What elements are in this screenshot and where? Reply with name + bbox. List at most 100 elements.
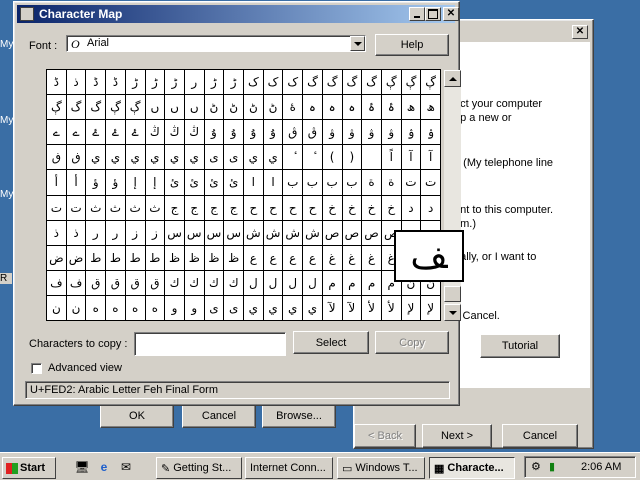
taskbar-task[interactable]: ▭ Windows T... <box>337 457 425 479</box>
character-cell[interactable]: أ <box>47 170 67 196</box>
character-cell[interactable]: ى <box>204 295 225 321</box>
character-cell[interactable]: خ <box>342 195 363 221</box>
character-cell[interactable]: ي <box>263 295 284 321</box>
character-cell[interactable]: ظ <box>224 245 244 271</box>
character-cell[interactable]: ئ <box>204 170 225 196</box>
character-cell[interactable]: ۇ <box>263 120 284 146</box>
character-cell[interactable]: ط <box>145 245 166 271</box>
character-cell[interactable]: ئ <box>224 170 244 196</box>
character-cell[interactable]: ڈ <box>86 70 107 96</box>
character-cell[interactable]: ج <box>204 195 225 221</box>
character-cell[interactable]: ر <box>106 220 126 246</box>
network-icon[interactable]: ⚙ <box>531 460 541 473</box>
character-cell[interactable]: م <box>322 270 343 296</box>
clock[interactable]: 2:06 AM <box>581 461 621 473</box>
character-cell[interactable]: ڭ <box>165 120 185 146</box>
character-cell[interactable]: ڭ <box>184 120 205 146</box>
character-cell[interactable]: ڻ <box>244 95 264 121</box>
character-cell[interactable]: ث <box>125 195 146 221</box>
character-cell[interactable]: ي <box>86 145 107 171</box>
character-cell[interactable]: ك <box>224 270 244 296</box>
character-cell[interactable]: ع <box>283 245 304 271</box>
character-cell[interactable]: ه <box>145 295 166 321</box>
internet-explorer-icon[interactable]: e <box>96 459 112 475</box>
character-cell[interactable]: ش <box>263 220 284 246</box>
advanced-view-checkbox[interactable] <box>31 363 42 374</box>
character-cell[interactable]: ح <box>263 195 284 221</box>
character-cell[interactable]: ب <box>342 170 363 196</box>
character-cell[interactable]: ٔ <box>283 145 304 171</box>
character-cell[interactable]: ڑ <box>224 70 244 96</box>
character-cell[interactable]: ق <box>106 270 126 296</box>
character-cell[interactable]: ۇ <box>204 120 225 146</box>
character-cell[interactable]: ر <box>86 220 107 246</box>
character-cell[interactable]: ل <box>283 270 304 296</box>
character-cell[interactable]: ف <box>47 270 67 296</box>
character-cell[interactable]: گ <box>303 70 323 96</box>
character-cell[interactable]: ڳ <box>106 95 126 121</box>
character-cell[interactable]: ن <box>66 295 87 321</box>
character-cell[interactable]: ۓ <box>86 120 107 146</box>
dialog-cancel-button[interactable]: Cancel <box>182 404 256 428</box>
character-cell[interactable]: ڳ <box>125 95 146 121</box>
character-cell[interactable]: ۂ <box>381 95 402 121</box>
character-cell[interactable]: ي <box>303 295 323 321</box>
character-cell[interactable]: ئ <box>184 170 205 196</box>
character-cell[interactable]: ع <box>263 245 284 271</box>
character-cell[interactable]: ھ <box>401 95 422 121</box>
scroll-thumb[interactable] <box>444 286 461 302</box>
character-cell[interactable]: ڭ <box>145 120 166 146</box>
taskbar-task[interactable]: ✎ Getting St... <box>156 457 242 479</box>
copy-button[interactable]: Copy <box>375 331 449 354</box>
character-cell[interactable]: و <box>165 295 185 321</box>
character-cell[interactable]: س <box>184 220 205 246</box>
character-cell[interactable]: ۓ <box>125 120 146 146</box>
character-cell[interactable]: ن <box>47 295 67 321</box>
character-cell[interactable]: ک <box>263 70 284 96</box>
show-desktop-icon[interactable]: 🖥 <box>74 459 90 475</box>
scroll-up-button[interactable] <box>444 70 461 87</box>
character-cell[interactable]: اً <box>381 145 402 171</box>
character-cell[interactable]: ڳ <box>401 70 422 96</box>
character-cell[interactable]: س <box>165 220 185 246</box>
character-cell[interactable]: ض <box>66 245 87 271</box>
character-cell[interactable]: ڑ <box>165 70 185 96</box>
character-cell[interactable]: ي <box>263 145 284 171</box>
character-cell[interactable]: ث <box>106 195 126 221</box>
character-cell[interactable]: ہ <box>303 95 323 121</box>
character-cell[interactable]: م <box>362 270 382 296</box>
character-cell[interactable]: ي <box>244 145 264 171</box>
character-cell[interactable]: ے <box>66 120 87 146</box>
character-cell[interactable]: ض <box>47 245 67 271</box>
character-cell[interactable]: ل <box>303 270 323 296</box>
character-cell[interactable]: گ <box>362 70 382 96</box>
character-cell[interactable]: ۉ <box>421 120 441 146</box>
character-cell[interactable]: ل <box>244 270 264 296</box>
character-cell[interactable]: غ <box>322 245 343 271</box>
character-cell[interactable]: ط <box>86 245 107 271</box>
character-cell[interactable]: خ <box>362 195 382 221</box>
character-cell[interactable]: ۉ <box>401 120 422 146</box>
character-cell[interactable] <box>362 145 382 171</box>
character-cell[interactable]: ق <box>145 270 166 296</box>
character-cell[interactable]: ح <box>283 195 304 221</box>
character-cell[interactable]: ر <box>184 70 205 96</box>
character-cell[interactable]: ث <box>86 195 107 221</box>
outlook-express-icon[interactable]: ✉ <box>118 459 134 475</box>
character-cell[interactable]: آ <box>401 145 422 171</box>
character-cell[interactable]: لإ <box>421 295 441 321</box>
scroll-down-button[interactable] <box>444 304 461 321</box>
grid-scrollbar[interactable] <box>444 70 461 321</box>
character-cell[interactable]: أ <box>66 170 87 196</box>
character-cell[interactable]: گ <box>322 70 343 96</box>
character-cell[interactable]: ت <box>421 170 441 196</box>
select-button[interactable]: Select <box>293 331 369 354</box>
character-cell[interactable]: د <box>401 195 422 221</box>
character-cell[interactable]: ي <box>125 145 146 171</box>
character-cell[interactable]: ۀ <box>283 95 304 121</box>
font-dropdown-button[interactable] <box>350 36 365 51</box>
character-cell[interactable]: ظ <box>184 245 205 271</box>
character-cell[interactable]: إ <box>125 170 146 196</box>
character-cell[interactable]: ڑ <box>145 70 166 96</box>
character-cell[interactable]: د <box>421 195 441 221</box>
